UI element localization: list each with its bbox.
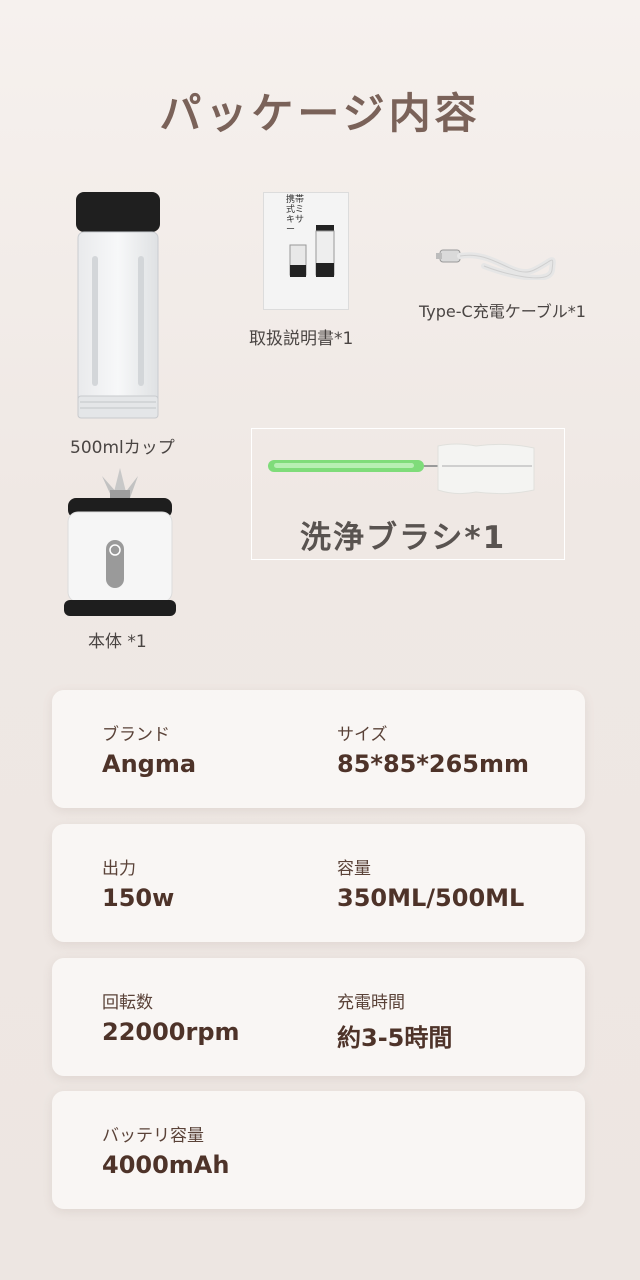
spec-label: ブランド: [102, 725, 170, 745]
spec-card: ブランド Angma サイズ 85*85*265mm: [52, 690, 585, 808]
base-motor-image: [64, 468, 176, 616]
spec-value: 150w: [102, 884, 175, 912]
spec-label: 充電時間: [337, 993, 405, 1013]
cup-caption: 500mlカップ: [70, 438, 175, 458]
spec-label: 出力: [102, 859, 136, 879]
spec-value: 22000rpm: [102, 1018, 240, 1046]
spec-value: Angma: [102, 750, 197, 778]
brush-caption: 洗浄ブラシ*1: [300, 520, 507, 556]
spec-value: 約3-5時間: [337, 1024, 453, 1052]
base-caption: 本体 *1: [88, 632, 147, 652]
spec-label: 回転数: [102, 993, 153, 1013]
cable-image: [436, 249, 556, 280]
spec-value: 350ML/500ML: [337, 884, 525, 912]
spec-label: 容量: [337, 859, 371, 879]
brush-image: [268, 443, 535, 495]
spec-label: サイズ: [337, 725, 388, 745]
page-title: パッケージ内容: [159, 89, 481, 138]
spec-value: 85*85*265mm: [337, 750, 530, 778]
manual-image: 携帯式ミキサー: [263, 192, 349, 310]
spec-label: バッテリ容量: [102, 1126, 204, 1146]
manual-product-icon: [289, 225, 335, 277]
spec-value: 4000mAh: [102, 1151, 230, 1179]
spec-card: バッテリ容量 4000mAh: [52, 1091, 585, 1209]
manual-caption: 取扱説明書*1: [249, 329, 354, 349]
spec-card: 出力 150w 容量 350ML/500ML: [52, 824, 585, 942]
cup-bottle-image: [76, 192, 160, 419]
spec-card: 回転数 22000rpm 充電時間 約3-5時間: [52, 958, 585, 1076]
cable-caption: Type-C充電ケーブル*1: [419, 302, 586, 321]
